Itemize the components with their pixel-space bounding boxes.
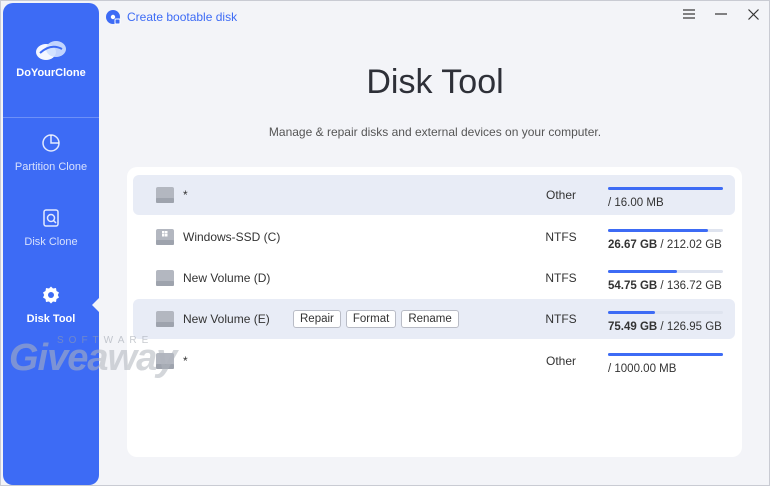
watermark-big-text: Giveaway (9, 337, 177, 379)
disk-row[interactable]: * Other / 1000.00 MB (133, 341, 735, 381)
usage-bar (608, 270, 723, 273)
repair-button[interactable]: Repair (293, 310, 341, 328)
menu-button[interactable] (683, 7, 695, 21)
menu-icon (683, 9, 695, 19)
usage-bar-fill (608, 270, 677, 273)
close-button[interactable] (747, 7, 759, 21)
app-logo: DoYourClone (3, 39, 99, 79)
used-size: 26.67 GB (608, 239, 658, 251)
total-size: 136.72 GB (666, 280, 722, 292)
usage-bar-fill (608, 353, 723, 356)
file-system: NTFS (545, 271, 577, 285)
disk-list-panel: * Other / 16.00 MB Windows-SSD (C) NTFS … (127, 167, 742, 457)
format-button[interactable]: Format (345, 310, 397, 328)
used-size: 75.49 GB (608, 321, 658, 333)
rename-button[interactable]: Rename (401, 310, 459, 328)
disk-row[interactable]: New Volume (D) NTFS 54.75 GB / 136.72 GB (133, 258, 735, 298)
usage-bar (608, 229, 723, 232)
usage-bar (608, 353, 723, 356)
disk-row[interactable]: Windows-SSD (C) NTFS 26.67 GB / 212.02 G… (133, 217, 735, 257)
total-size: 126.95 GB (666, 321, 722, 333)
disk-row[interactable]: * Other / 16.00 MB (133, 175, 735, 215)
used-size: 54.75 GB (608, 280, 658, 292)
minimize-button[interactable] (715, 7, 727, 21)
disk-size: / 1000.00 MB (608, 363, 677, 375)
sidebar-item-partition-clone[interactable]: Partition Clone (3, 133, 99, 173)
total-size: 16.00 MB (614, 197, 664, 209)
disk-row[interactable]: New Volume (E) Repair Format Rename NTFS… (133, 299, 735, 339)
file-system: NTFS (545, 230, 577, 244)
app-name: DoYourClone (16, 67, 86, 79)
disk-actions: Repair Format Rename (293, 310, 459, 328)
app-window: DoYourClone Partition Clone Disk Clone D… (0, 0, 770, 486)
disk-name: Windows-SSD (C) (183, 230, 281, 244)
sidebar-item-disk-tool[interactable]: Disk Tool (3, 285, 100, 325)
disk-size: / 16.00 MB (608, 197, 664, 209)
close-icon (747, 8, 759, 20)
drive-icon (156, 311, 174, 327)
sidebar-item-label: Partition Clone (14, 161, 88, 173)
minimize-icon (715, 13, 727, 15)
usage-bar-fill (608, 187, 723, 190)
windows-drive-icon (156, 229, 174, 245)
disk-size: 75.49 GB / 126.95 GB (608, 321, 722, 333)
disk-name: * (183, 188, 188, 202)
sidebar: DoYourClone Partition Clone Disk Clone D… (3, 3, 100, 485)
total-size: 212.02 GB (666, 239, 722, 251)
usage-bar-fill (608, 311, 656, 314)
gear-icon (43, 286, 59, 304)
sidebar-item-label: Disk Tool (26, 313, 76, 325)
sidebar-item-label: Disk Clone (24, 236, 78, 248)
bootable-disk-icon (106, 10, 121, 25)
drive-icon (156, 187, 174, 203)
usage-bar-fill (608, 229, 709, 232)
window-controls (683, 7, 759, 21)
pie-chart-icon (42, 134, 60, 152)
usage-bar (608, 311, 723, 314)
create-bootable-disk-link[interactable]: Create bootable disk (127, 10, 237, 24)
disk-size: 26.67 GB / 212.02 GB (608, 239, 722, 251)
disk-size: 54.75 GB / 136.72 GB (608, 280, 722, 292)
page-title: Disk Tool (366, 63, 504, 101)
disk-name: New Volume (D) (183, 271, 271, 285)
file-system: NTFS (545, 312, 577, 326)
title-bar: Create bootable disk (105, 7, 237, 27)
disk-name: * (183, 354, 188, 368)
total-size: 1000.00 MB (614, 363, 677, 375)
usage-bar (608, 187, 723, 190)
sidebar-divider (3, 117, 99, 118)
file-system: Other (545, 188, 576, 202)
file-system: Other (545, 354, 576, 368)
sidebar-item-disk-clone[interactable]: Disk Clone (3, 208, 99, 248)
cloud-logo-icon (36, 41, 66, 60)
page-subtitle: Manage & repair disks and external devic… (268, 125, 602, 139)
disk-clone-icon (43, 209, 59, 227)
drive-icon (156, 270, 174, 286)
disk-name: New Volume (E) (183, 312, 270, 326)
